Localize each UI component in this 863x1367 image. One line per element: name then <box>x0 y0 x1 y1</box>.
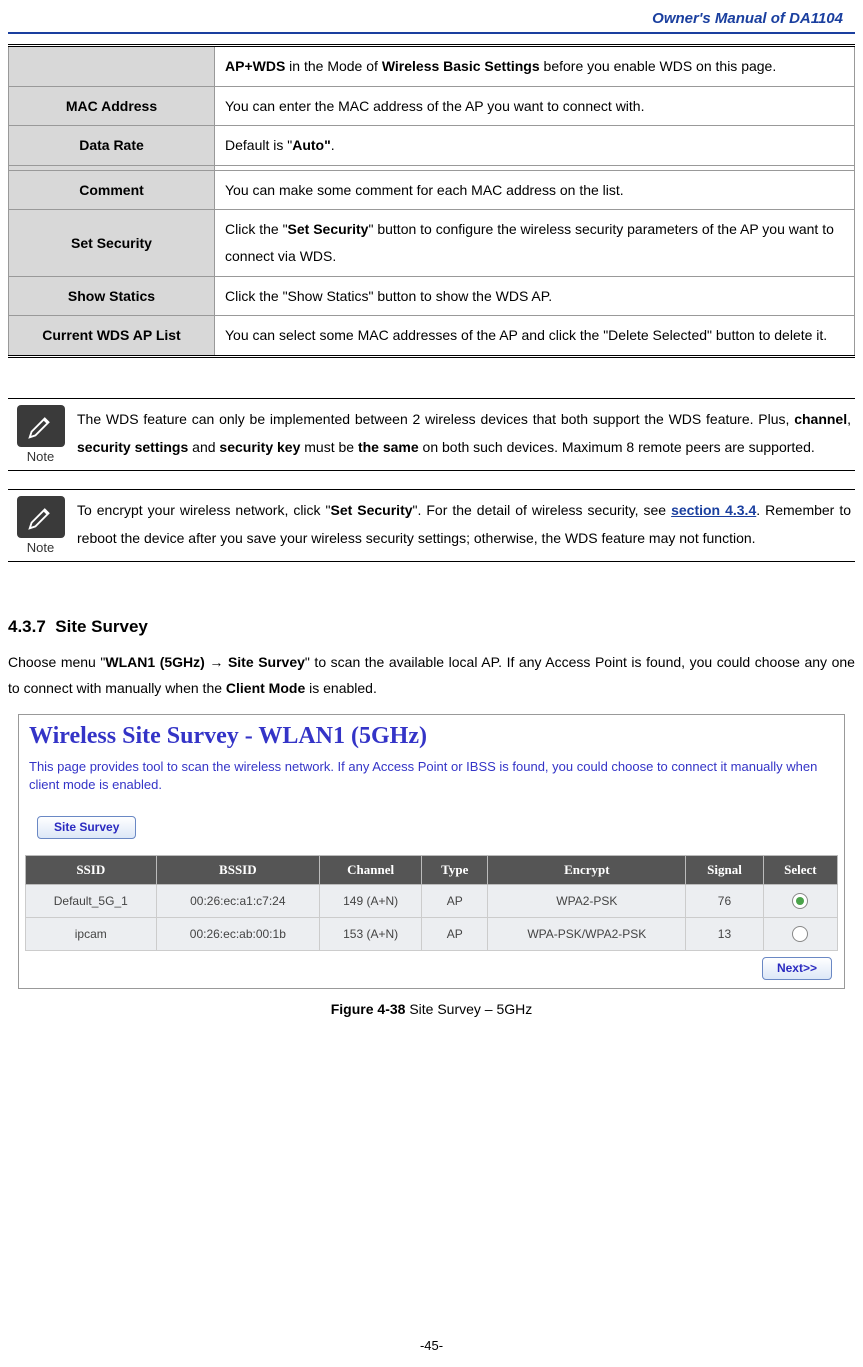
survey-col-header: Signal <box>686 856 764 885</box>
param-desc: You can enter the MAC address of the AP … <box>215 86 855 126</box>
figure-caption: Figure 4-38 Site Survey – 5GHz <box>0 1001 863 1017</box>
param-row: Current WDS AP ListYou can select some M… <box>9 316 855 357</box>
table-row: ipcam00:26:ec:ab:00:1b153 (A+N)APWPA-PSK… <box>26 918 838 951</box>
figure-text: Site Survey – 5GHz <box>409 1001 532 1017</box>
screenshot-panel: Wireless Site Survey - WLAN1 (5GHz) This… <box>18 714 845 989</box>
doc-title: Owner's Manual of DA1104 <box>0 10 863 32</box>
survey-select-cell[interactable] <box>763 918 837 951</box>
survey-cell-channel: 149 (A+N) <box>320 885 422 918</box>
survey-col-header: Encrypt <box>488 856 686 885</box>
note-icon: Note <box>8 399 73 470</box>
survey-cell-type: AP <box>422 918 488 951</box>
survey-cell-ssid: Default_5G_1 <box>26 885 157 918</box>
parameter-table: AP+WDS in the Mode of Wireless Basic Set… <box>8 44 855 358</box>
survey-table: SSIDBSSIDChannelTypeEncryptSignalSelect … <box>25 855 838 951</box>
param-desc: You can make some comment for each MAC a… <box>215 170 855 210</box>
param-desc: You can select some MAC addresses of the… <box>215 316 855 357</box>
figure-label: Figure 4-38 <box>331 1001 406 1017</box>
survey-cell-type: AP <box>422 885 488 918</box>
param-row: Data RateDefault is "Auto". <box>9 126 855 166</box>
header-rule <box>8 32 855 34</box>
radio-icon[interactable] <box>792 893 808 909</box>
param-row: Set SecurityClick the "Set Security" but… <box>9 210 855 276</box>
survey-col-header: Channel <box>320 856 422 885</box>
section-body: Choose menu "WLAN1 (5GHz) → Site Survey"… <box>8 649 855 702</box>
note-label: Note <box>27 540 54 555</box>
note-label: Note <box>27 449 54 464</box>
table-row: Default_5G_100:26:ec:a1:c7:24149 (A+N)AP… <box>26 885 838 918</box>
survey-cell-channel: 153 (A+N) <box>320 918 422 951</box>
survey-col-header: Type <box>422 856 488 885</box>
note-text-1: The WDS feature can only be implemented … <box>73 399 855 470</box>
param-row: Show StaticsClick the "Show Statics" but… <box>9 276 855 316</box>
note-icon: Note <box>8 490 73 561</box>
survey-cell-ssid: ipcam <box>26 918 157 951</box>
param-label: Data Rate <box>9 126 215 166</box>
section-heading: 4.3.7 Site Survey <box>8 617 855 637</box>
note-box-2: Note To encrypt your wireless network, c… <box>8 489 855 562</box>
param-desc: Click the "Set Security" button to confi… <box>215 210 855 276</box>
survey-cell-signal: 13 <box>686 918 764 951</box>
param-row: AP+WDS in the Mode of Wireless Basic Set… <box>9 46 855 87</box>
param-label: MAC Address <box>9 86 215 126</box>
survey-cell-encrypt: WPA2-PSK <box>488 885 686 918</box>
survey-cell-encrypt: WPA-PSK/WPA2-PSK <box>488 918 686 951</box>
survey-cell-signal: 76 <box>686 885 764 918</box>
survey-col-header: BSSID <box>156 856 320 885</box>
param-desc: AP+WDS in the Mode of Wireless Basic Set… <box>215 46 855 87</box>
page-number: -45- <box>0 1338 863 1353</box>
survey-cell-bssid: 00:26:ec:a1:c7:24 <box>156 885 320 918</box>
note-box-1: Note The WDS feature can only be impleme… <box>8 398 855 471</box>
param-label: Current WDS AP List <box>9 316 215 357</box>
ss-title: Wireless Site Survey - WLAN1 (5GHz) <box>29 723 838 750</box>
param-label: Comment <box>9 170 215 210</box>
param-label: Set Security <box>9 210 215 276</box>
param-row: CommentYou can make some comment for eac… <box>9 170 855 210</box>
survey-col-header: SSID <box>26 856 157 885</box>
param-label: Show Statics <box>9 276 215 316</box>
survey-cell-bssid: 00:26:ec:ab:00:1b <box>156 918 320 951</box>
radio-icon[interactable] <box>792 926 808 942</box>
next-button[interactable]: Next>> <box>762 957 832 980</box>
survey-select-cell[interactable] <box>763 885 837 918</box>
note-text-2: To encrypt your wireless network, click … <box>73 490 855 561</box>
ss-description: This page provides tool to scan the wire… <box>29 758 834 794</box>
param-label <box>9 46 215 87</box>
survey-col-header: Select <box>763 856 837 885</box>
site-survey-button[interactable]: Site Survey <box>37 816 136 839</box>
section-number: 4.3.7 <box>8 617 46 636</box>
param-row: MAC AddressYou can enter the MAC address… <box>9 86 855 126</box>
param-desc: Click the "Show Statics" button to show … <box>215 276 855 316</box>
section-title: Site Survey <box>55 617 148 636</box>
param-desc: Default is "Auto". <box>215 126 855 166</box>
